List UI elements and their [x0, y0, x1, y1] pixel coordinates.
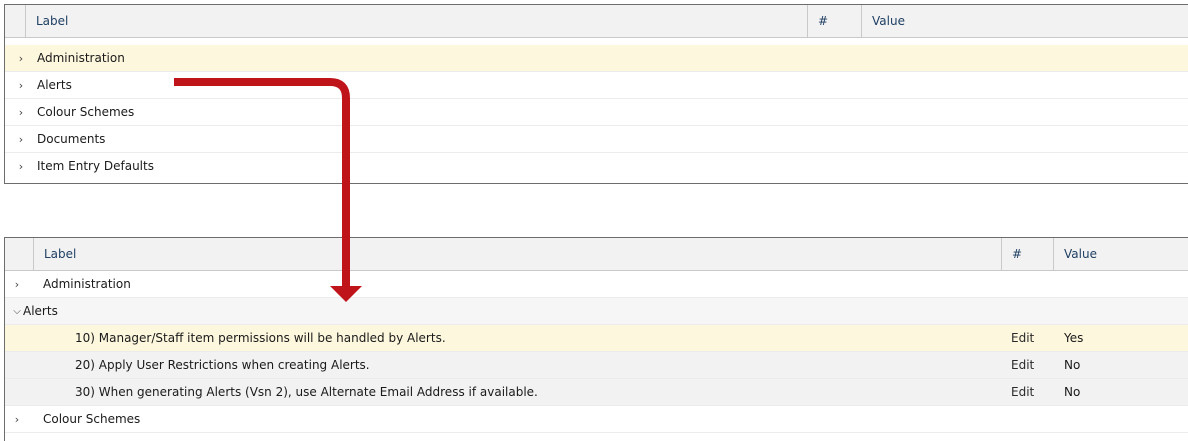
table-header: Label # Value	[5, 238, 1188, 271]
column-header-value[interactable]: Value	[1053, 238, 1188, 270]
column-header-number[interactable]: #	[1001, 238, 1054, 270]
setting-label: 10) Manager/Staff item permissions will …	[75, 331, 446, 345]
row-label: Alerts	[37, 78, 72, 92]
tree-row-alerts-expanded[interactable]: ⌵ Alerts	[5, 298, 1188, 325]
tree-row-administration[interactable]: › Administration	[5, 45, 1188, 72]
chevron-right-icon[interactable]: ›	[11, 153, 31, 179]
chevron-right-icon[interactable]: ›	[11, 72, 31, 98]
row-label: Alerts	[23, 304, 58, 318]
tree-row-documents[interactable]: › Documents	[5, 126, 1188, 153]
tree-row-item-entry-defaults[interactable]: › Item Entry Defaults	[5, 153, 1188, 179]
row-label: Item Entry Defaults	[37, 159, 154, 173]
tree-row-colour-schemes[interactable]: › Colour Schemes	[5, 406, 1188, 433]
column-header-value[interactable]: Value	[861, 5, 1188, 37]
tree-row-alerts[interactable]: › Alerts	[5, 72, 1188, 99]
settings-table-collapsed: Label # Value › Administration › Alerts …	[4, 4, 1188, 184]
column-header-label[interactable]: Label	[33, 238, 1002, 270]
tree-row-colour-schemes[interactable]: › Colour Schemes	[5, 99, 1188, 126]
alert-setting-row[interactable]: 20) Apply User Restrictions when creatin…	[5, 352, 1188, 379]
chevron-right-icon[interactable]: ›	[7, 271, 27, 297]
row-label: Colour Schemes	[37, 105, 135, 119]
settings-table-expanded: Label # Value › Administration ⌵ Alerts …	[4, 237, 1188, 441]
chevron-right-icon[interactable]: ›	[11, 45, 31, 71]
edit-link[interactable]: Edit	[1011, 385, 1034, 399]
setting-label: 30) When generating Alerts (Vsn 2), use …	[75, 385, 538, 399]
setting-value: Yes	[1064, 331, 1084, 345]
table-header: Label # Value	[5, 5, 1188, 38]
tree-row-administration[interactable]: › Administration	[5, 271, 1188, 298]
edit-link[interactable]: Edit	[1011, 331, 1034, 345]
setting-value: No	[1064, 385, 1081, 399]
chevron-right-icon[interactable]: ›	[11, 99, 31, 125]
column-header-label[interactable]: Label	[25, 5, 808, 37]
row-label: Administration	[43, 277, 131, 291]
chevron-right-icon[interactable]: ›	[7, 406, 27, 432]
alert-setting-row[interactable]: 30) When generating Alerts (Vsn 2), use …	[5, 379, 1188, 406]
row-label: Colour Schemes	[43, 412, 141, 426]
column-header-number[interactable]: #	[807, 5, 862, 37]
row-label: Administration	[37, 51, 125, 65]
setting-value: No	[1064, 358, 1081, 372]
setting-label: 20) Apply User Restrictions when creatin…	[75, 358, 370, 372]
chevron-right-icon[interactable]: ›	[11, 126, 31, 152]
edit-link[interactable]: Edit	[1011, 358, 1034, 372]
alert-setting-row[interactable]: 10) Manager/Staff item permissions will …	[5, 325, 1188, 352]
row-label: Documents	[37, 132, 106, 146]
